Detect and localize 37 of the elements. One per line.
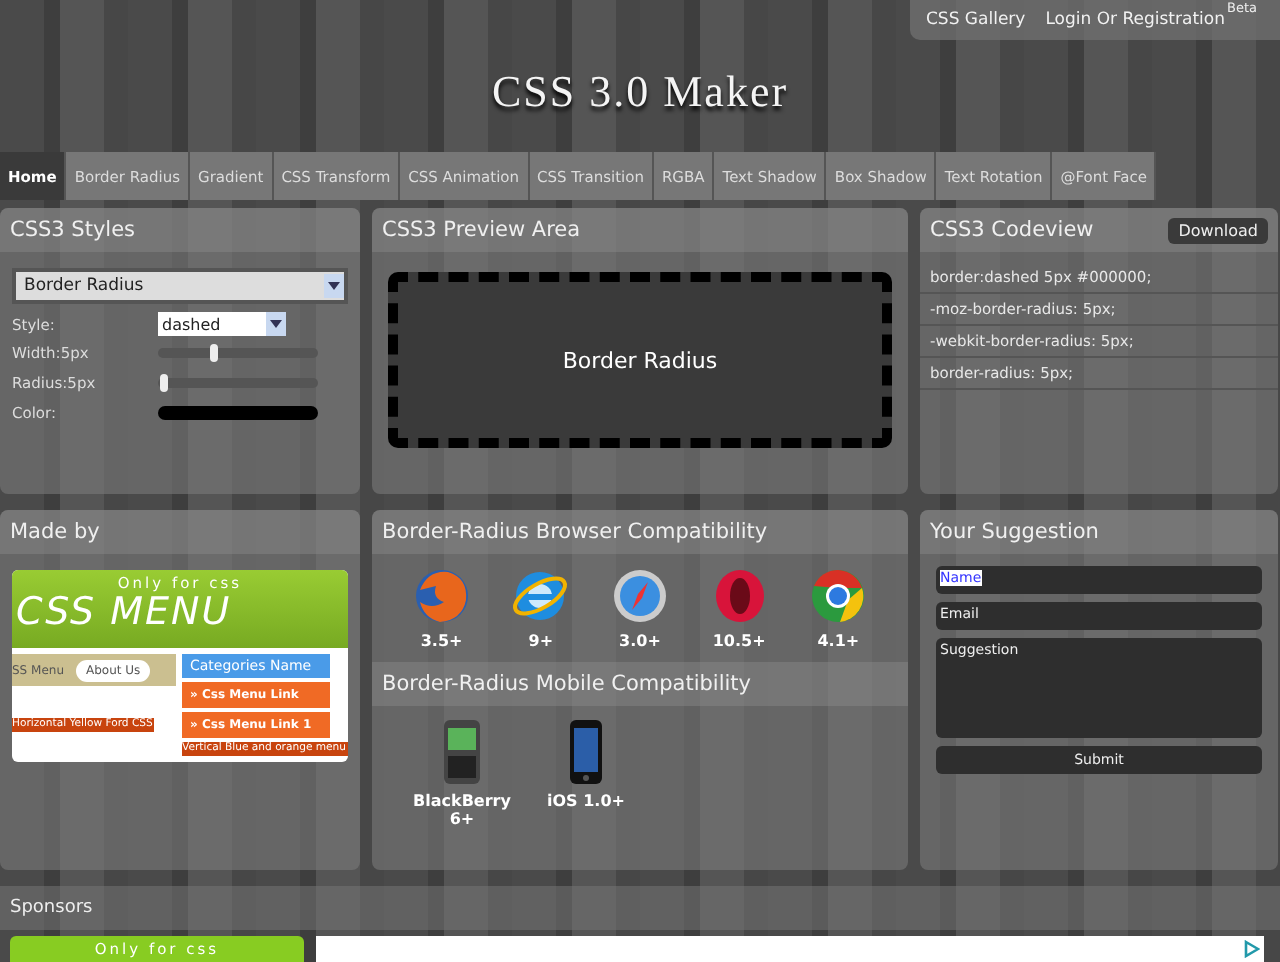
site-logo: CSS 3.0 Maker bbox=[491, 66, 789, 118]
panel-title: Border-Radius Mobile Compatibility bbox=[382, 672, 752, 696]
panel-title: Your Suggestion bbox=[930, 520, 1099, 544]
version-label: 4.1+ bbox=[817, 632, 860, 650]
color-swatch[interactable] bbox=[158, 406, 318, 420]
version-label: 3.0+ bbox=[619, 632, 661, 650]
version-label: iOS 1.0+ bbox=[547, 792, 625, 810]
chrome-ball-icon bbox=[808, 566, 869, 626]
caret-icon bbox=[266, 312, 286, 336]
smartphone-icon bbox=[568, 718, 604, 786]
slider-thumb[interactable] bbox=[209, 344, 218, 362]
version-label: 10.5+ bbox=[712, 632, 766, 650]
panel-title: Border-Radius Browser Compatibility bbox=[382, 520, 768, 544]
smartphone-icon bbox=[440, 718, 484, 786]
globe-fox-icon bbox=[411, 566, 472, 626]
banner-headline: CSS MENU bbox=[16, 592, 232, 632]
download-button[interactable]: Download bbox=[1168, 217, 1268, 243]
style-select[interactable]: dashed bbox=[158, 312, 286, 336]
section-title: Sponsors bbox=[10, 898, 93, 918]
compass-icon bbox=[609, 566, 670, 626]
version-label: BlackBerry 6+ bbox=[413, 792, 511, 828]
login-link[interactable]: Login Or Registration bbox=[1045, 10, 1225, 30]
property-select[interactable]: Border Radius bbox=[12, 268, 348, 304]
version-label: 9+ bbox=[528, 632, 554, 650]
panel-title: CSS3 Preview Area bbox=[382, 218, 581, 242]
ad-choices-icon[interactable] bbox=[1244, 940, 1260, 958]
letter-e-globe-icon bbox=[510, 566, 571, 626]
version-label: 3.5+ bbox=[420, 632, 463, 650]
slider[interactable] bbox=[158, 348, 318, 358]
panel-title: CSS3 Styles bbox=[10, 218, 136, 242]
panel-title: Made by bbox=[10, 520, 100, 544]
panel-title: CSS3 Codeview bbox=[930, 218, 1094, 242]
preview-text: Border Radius bbox=[562, 347, 718, 373]
slider-thumb[interactable] bbox=[160, 374, 169, 392]
gallery-link[interactable]: CSS Gallery bbox=[926, 10, 1026, 30]
slider[interactable] bbox=[158, 378, 318, 388]
caret-icon bbox=[324, 274, 344, 298]
